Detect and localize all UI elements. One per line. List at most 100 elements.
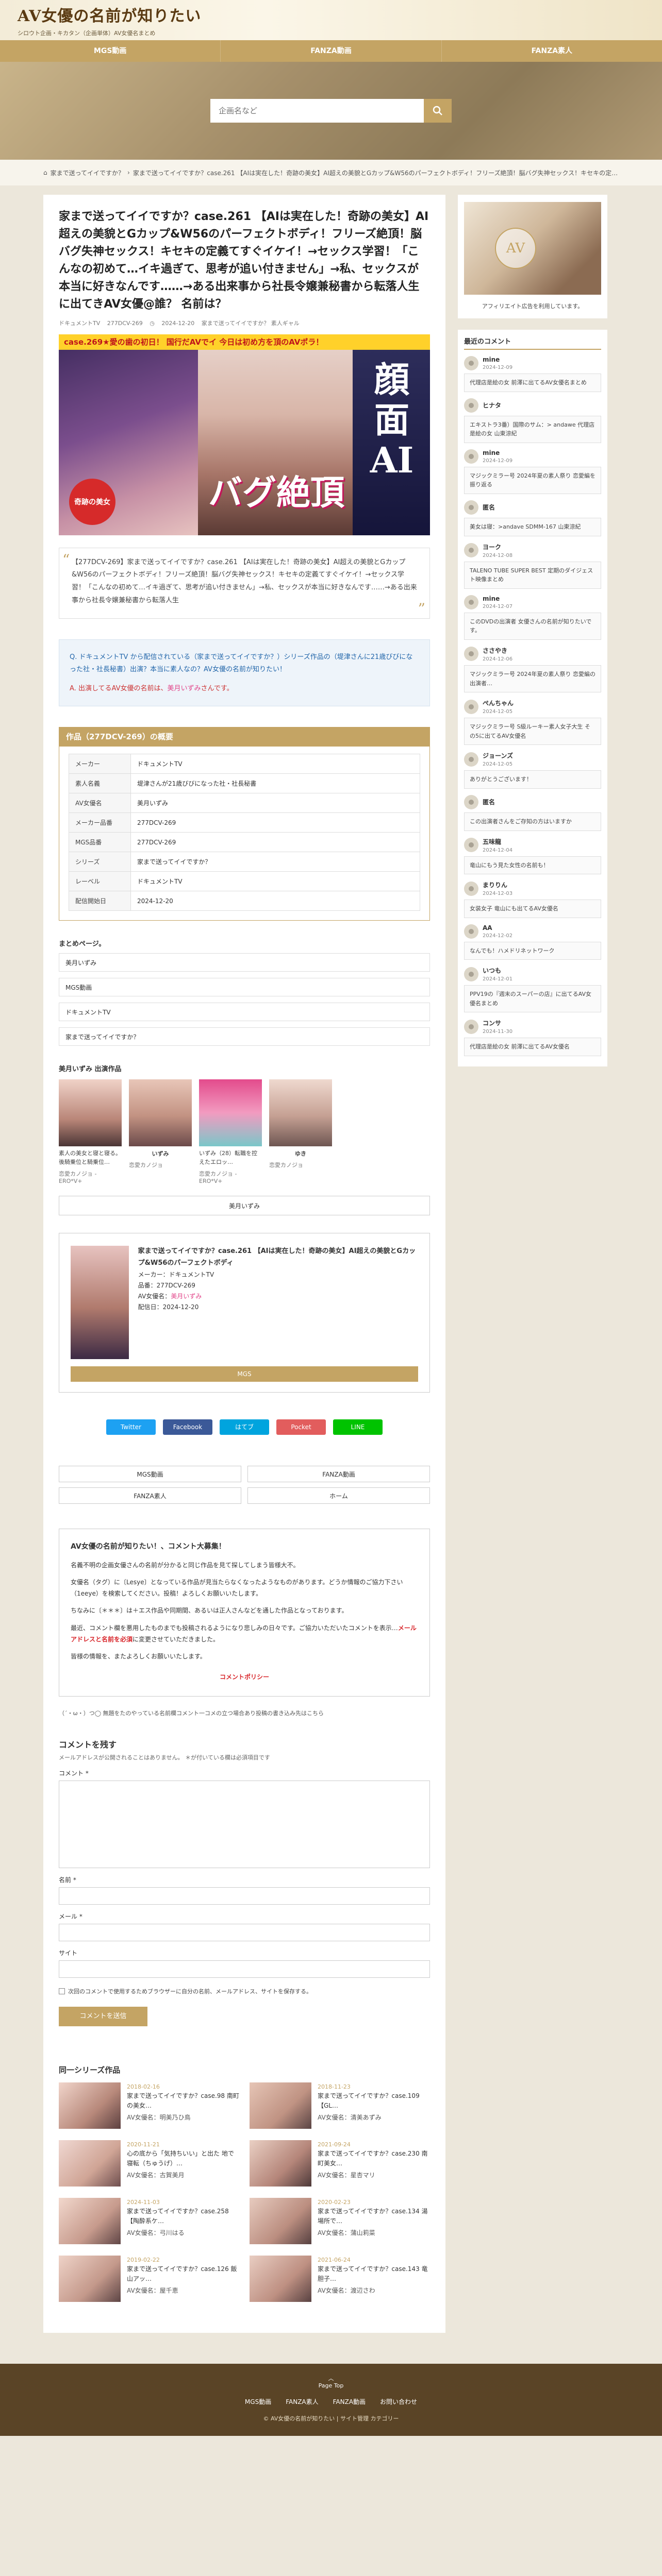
save-info-checkbox[interactable] xyxy=(59,1988,65,1995)
series-date: 2020-02-23 xyxy=(318,2199,351,2206)
share-hatena-button[interactable]: はてブ xyxy=(220,1419,269,1435)
link-mgs[interactable]: MGS動画 xyxy=(59,1466,241,1483)
link-fanza-amateur[interactable]: FANZA素人 xyxy=(59,1487,241,1504)
product-title[interactable]: 家まで送ってイイですか？case.261 【AIは実在した！奇跡の美女】AI超え… xyxy=(138,1246,418,1269)
post-category[interactable]: 家まで送ってイイですか？ 素人ギャル xyxy=(202,320,300,327)
post-quote: “ 【277DCV-269】家まで送ってイイですか？case.261 【AIは実… xyxy=(59,547,430,619)
comment-author-block: 五味龍 2024-12-04 xyxy=(483,837,512,853)
list-item[interactable]: 2018-02-16 家まで送ってイイですか？case.98 南町の美女… AV女優… xyxy=(59,2082,239,2129)
search-input[interactable] xyxy=(210,99,424,123)
ad-image[interactable]: AV xyxy=(464,202,601,295)
share-line-button[interactable]: LINE xyxy=(333,1419,383,1435)
footer-links: MGS動画 FANZA素人 FANZA動画 お問い合わせ xyxy=(0,2397,662,2406)
footer-link-fanza-amateur[interactable]: FANZA素人 xyxy=(286,2397,318,2406)
list-item[interactable]: まりりん 2024-12-03 女装女子 竜山にも出てるAV女優名 xyxy=(464,880,601,918)
qa-actress-link[interactable]: 美月いずみ xyxy=(168,685,201,692)
comment-head: ヒナタ xyxy=(464,398,601,413)
footer-link-fanza[interactable]: FANZA動画 xyxy=(333,2397,366,2406)
list-item[interactable]: ささやき 2024-12-06 マジックミラー号 2024年夏の素人祭り 恋愛編の出… xyxy=(464,646,601,693)
avatar xyxy=(464,543,478,558)
actress-heading: 美月いずみ 出演作品 xyxy=(59,1065,122,1074)
nav-mgs[interactable]: MGS動画 xyxy=(0,40,220,62)
tag-series[interactable]: 家まで送ってイイですか？ xyxy=(59,1027,430,1046)
tag-mgs[interactable]: MGS動画 xyxy=(59,978,430,997)
list-item[interactable]: mine 2024-12-09 マジックミラー号 2024年夏の素人祭り 恋愛編を振… xyxy=(464,449,601,494)
mgs-button[interactable]: MGS xyxy=(71,1366,418,1382)
home-icon[interactable]: ⌂ xyxy=(43,169,47,176)
link-fanza[interactable]: FANZA動画 xyxy=(247,1466,430,1483)
list-item[interactable]: ヨーク 2024-12-08 TALENO TUBE SUPER BEST 定期のダ… xyxy=(464,543,601,589)
comment-author-block: mine 2024-12-09 xyxy=(483,449,512,464)
list-item[interactable]: 2020-02-23 家まで送ってイイですか？case.134 湯場所で… AV女優… xyxy=(250,2198,430,2245)
comment-policy-link[interactable]: コメントポリシー xyxy=(71,1672,418,1683)
save-info-label: 次回のコメントで使用するためブラウザーに自分の名前、メールアドレス、サイトを保存… xyxy=(68,1988,312,1995)
search-button[interactable] xyxy=(424,99,452,123)
list-item[interactable]: ヒナタ エキストラ3番）国際のサム：> andawe 代理店是絵の女 山東涼紀 xyxy=(464,398,601,443)
list-item[interactable]: 2018-11-23 家まで送ってイイですか？case.109【GL… AV女優名：… xyxy=(250,2082,430,2129)
product-thumb[interactable] xyxy=(71,1246,129,1360)
actress-card[interactable]: いずみ（28）転職を控えたエロッ… 恋愛カノジョ - ERO*V+ xyxy=(199,1079,262,1184)
actress-card[interactable]: ゆき 恋愛カノジョ xyxy=(269,1079,332,1184)
list-item[interactable]: mine 2024-12-07 このDVDの出演者 女優さんの名前が知りたいです。 xyxy=(464,595,601,640)
list-item[interactable]: ぺんちゃん 2024-12-05 マジックミラー号 S級ルーキー素人女子大生 その5… xyxy=(464,699,601,745)
list-item[interactable]: AA 2024-12-02 なんでも！ハメドリネットワーク xyxy=(464,924,601,960)
nav-fanza-amateur[interactable]: FANZA素人 xyxy=(441,40,662,62)
spec-value: ドキュメントTV xyxy=(130,754,420,774)
tag-maker[interactable]: ドキュメントTV xyxy=(59,1003,430,1022)
series-date: 2018-11-23 xyxy=(318,2083,351,2091)
comment-body: 代理店是絵の女 前澤に出てるAV女優名 xyxy=(464,1038,601,1057)
series-info: 2020-11-21 心の底から「気持ちいい」と出た 地で寝転（ちゅうげ）… AV女… xyxy=(127,2140,239,2187)
footer-link-mgs[interactable]: MGS動画 xyxy=(245,2397,271,2406)
list-item[interactable]: 匿名 美女は寝：>andave SDMM-167 山東涼紀 xyxy=(464,500,601,536)
post-author[interactable]: ドキュメントTV xyxy=(59,320,100,327)
actress-more-button[interactable]: 美月いずみ xyxy=(59,1196,430,1216)
list-item[interactable]: 2019-02-22 家まで送ってイイですか？case.126 飯山アッ… AV女優… xyxy=(59,2256,239,2302)
spec-actress-link[interactable]: 美月いずみ xyxy=(130,793,420,814)
page-top-button[interactable]: ︿ Page Top xyxy=(0,2374,662,2389)
tags-heading: まとめページ。 xyxy=(59,940,106,948)
comment-head: AA 2024-12-02 xyxy=(464,924,601,939)
spec-box: メーカー ドキュメントTV 素人名義 堤津さんが21歳びびになった社・社長秘書 AV… xyxy=(59,747,430,921)
actress-card[interactable]: 素人の美女と寝と寝る。後騎乗位と騎乗位… 恋愛カノジョ - ERO*V+ xyxy=(59,1079,122,1184)
qa-question-text: ドキュメントTV から配信されている（家まで送ってイイですか？）シリーズ作品の（… xyxy=(70,653,413,673)
comment-author: いつも xyxy=(483,967,502,975)
name-field[interactable] xyxy=(59,1887,430,1905)
list-item[interactable]: 2024-11-03 家まで送ってイイですか？case.258【陶酔系ケ… AV女優… xyxy=(59,2198,239,2245)
comment-head: 匿名 xyxy=(464,794,601,809)
search-band xyxy=(0,62,662,160)
email-label: メール * xyxy=(59,1913,82,1921)
email-field[interactable] xyxy=(59,1924,430,1942)
list-item[interactable]: 五味龍 2024-12-04 竜山にもう見た女性の名前も！ xyxy=(464,837,601,875)
list-item[interactable]: ジョーンズ 2024-12-05 ありがとうございます！ xyxy=(464,751,601,789)
site-logo[interactable]: AV女優の名前が知りたい シロウト企画・キカタン（企画単体）AV女優名まとめ xyxy=(18,3,201,37)
list-item[interactable]: 2021-09-24 家まで送ってイイですか？case.230 南町美女… AV女優… xyxy=(250,2140,430,2187)
share-pocket-button[interactable]: Pocket xyxy=(276,1419,326,1435)
spec-table: メーカー ドキュメントTV 素人名義 堤津さんが21歳びびになった社・社長秘書 AV… xyxy=(69,754,420,911)
list-item[interactable]: 2021-06-24 家まで送ってイイですか？case.143 竜胆子… AV女優名… xyxy=(250,2256,430,2302)
recent-comments-list: mine 2024-12-09 代理店是絵の女 前澤に出てるAV女優名まとめヒナタエ… xyxy=(464,356,601,1057)
comment-head: ジョーンズ 2024-12-05 xyxy=(464,751,601,767)
actress-card[interactable]: いずみ 恋愛カノジョ xyxy=(129,1079,192,1184)
submit-comment-button[interactable]: コメントを送信 xyxy=(59,2007,147,2027)
breadcrumb-series[interactable]: 家まで送ってイイですか？ xyxy=(51,168,124,177)
share-twitter-button[interactable]: Twitter xyxy=(106,1419,156,1435)
nav-fanza[interactable]: FANZA動画 xyxy=(220,40,441,62)
comment-notice-p3: ちなみに〔＊＊＊〕は＋エス作品や同期間、あるいは正人さんなどを通した作品となって… xyxy=(71,1607,348,1615)
share-facebook-button[interactable]: Facebook xyxy=(163,1419,212,1435)
list-item[interactable]: 2020-11-21 心の底から「気持ちいい」と出た 地で寝転（ちゅうげ）… AV女… xyxy=(59,2140,239,2187)
series-thumb xyxy=(59,2140,121,2187)
tag-actress[interactable]: 美月いずみ xyxy=(59,953,430,972)
ad-box: AV アフィリエイト広告を利用しています。 xyxy=(458,195,607,318)
list-item[interactable]: mine 2024-12-09 代理店是絵の女 前澤に出てるAV女優名まとめ xyxy=(464,356,601,392)
list-item[interactable]: 匿名 この出演者さんをご存知の方はいますか xyxy=(464,794,601,831)
link-home[interactable]: ホーム xyxy=(247,1487,430,1504)
comment-author: ささやき xyxy=(483,647,508,654)
product-actress-link[interactable]: 美月いずみ xyxy=(171,1293,202,1300)
list-item[interactable]: コンサ 2024-11-30 代理店是絵の女 前澤に出てるAV女優名 xyxy=(464,1019,601,1057)
footer-link-contact[interactable]: お問い合わせ xyxy=(380,2397,417,2406)
series-item-title: 家まで送ってイイですか？case.134 湯場所で… xyxy=(318,2208,428,2225)
site-field[interactable] xyxy=(59,1960,430,1978)
series-thumb xyxy=(250,2198,311,2245)
comment-textarea[interactable] xyxy=(59,1781,430,1869)
list-item[interactable]: いつも 2024-12-01 PPV19の『週末のスーパーの店』に出てるAV女優名ま… xyxy=(464,966,601,1013)
